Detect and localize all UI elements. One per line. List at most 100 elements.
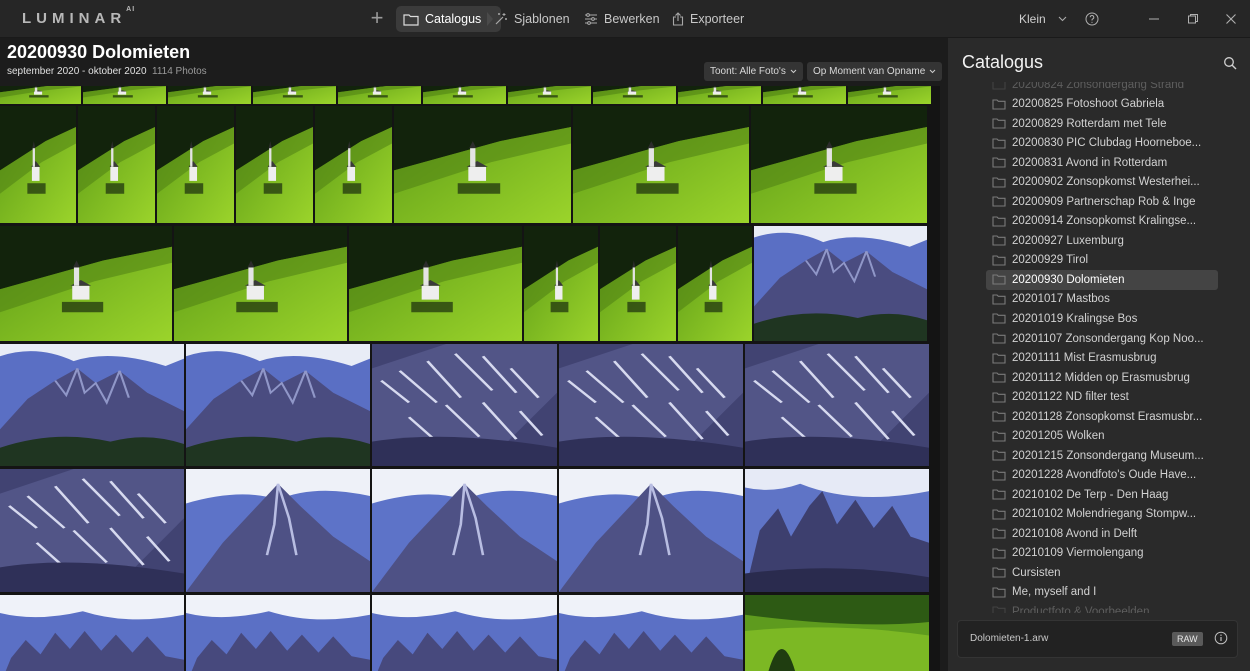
thumbnail-size-select[interactable]: Klein: [1019, 12, 1067, 26]
album-item[interactable]: 20201112 Midden op Erasmusbrug: [986, 368, 1218, 388]
album-item[interactable]: 20201228 Avondfoto's Oude Have...: [986, 465, 1218, 485]
magic-wand-icon: [495, 13, 507, 25]
photo-thumbnail[interactable]: [423, 86, 506, 104]
album-item[interactable]: Me, myself and I: [986, 583, 1218, 603]
photo-thumbnail[interactable]: [0, 226, 172, 341]
photo-thumbnail[interactable]: [524, 226, 598, 341]
photo-thumbnail[interactable]: [315, 106, 392, 223]
album-item[interactable]: Productfoto & Voorbeelden: [986, 602, 1218, 613]
album-item[interactable]: 20201215 Zonsondergang Museum...: [986, 446, 1218, 466]
photo-thumbnail[interactable]: [83, 86, 166, 104]
photo-grid[interactable]: [0, 86, 940, 671]
folder-icon: [992, 489, 1006, 500]
album-item[interactable]: 20200829 Rotterdam met Tele: [986, 114, 1218, 134]
folder-icon: [992, 177, 1006, 188]
photo-thumbnail[interactable]: [0, 106, 76, 223]
info-icon[interactable]: [1214, 631, 1228, 650]
album-item[interactable]: 20200929 Tirol: [986, 251, 1218, 271]
photo-thumbnail[interactable]: [0, 469, 184, 592]
folder-icon: [992, 235, 1006, 246]
album-item[interactable]: 20201111 Mist Erasmusbrug: [986, 348, 1218, 368]
photo-thumbnail[interactable]: [559, 595, 743, 671]
album-item[interactable]: 20201205 Wolken: [986, 426, 1218, 446]
folder-icon: [992, 372, 1006, 383]
album-tree: 20200824 Zonsondergang Strand 20200825 Fo…: [986, 82, 1236, 613]
album-item[interactable]: 20201017 Mastbos: [986, 290, 1218, 310]
album-item[interactable]: Cursisten: [986, 563, 1218, 583]
photo-thumbnail[interactable]: [559, 344, 743, 466]
photo-thumbnail[interactable]: [508, 86, 591, 104]
album-item[interactable]: 20200927 Luxemburg: [986, 231, 1218, 251]
photo-thumbnail[interactable]: [763, 86, 846, 104]
photo-thumbnail[interactable]: [559, 469, 743, 592]
photo-thumbnail[interactable]: [349, 226, 522, 341]
photo-thumbnail[interactable]: [745, 595, 929, 671]
photo-thumbnail[interactable]: [678, 86, 761, 104]
photo-thumbnail[interactable]: [78, 106, 155, 223]
photo-thumbnail[interactable]: [573, 106, 749, 223]
album-item-label: 20200929 Tirol: [1012, 254, 1089, 267]
album-item[interactable]: 20200830 PIC Clubdag Hoorneboe...: [986, 134, 1218, 154]
photo-thumbnail[interactable]: [338, 86, 421, 104]
photo-thumbnail[interactable]: [0, 344, 184, 466]
folder-icon: [992, 157, 1006, 168]
album-item-label: 20210108 Avond in Delft: [1012, 527, 1138, 540]
album-item[interactable]: 20210102 De Terp - Den Haag: [986, 485, 1218, 505]
photo-thumbnail[interactable]: [253, 86, 336, 104]
photo-thumbnail[interactable]: [0, 595, 184, 671]
photo-thumbnail[interactable]: [745, 469, 929, 592]
photo-thumbnail[interactable]: [848, 86, 931, 104]
photo-thumbnail[interactable]: [186, 469, 370, 592]
filter-dropdown[interactable]: Toont: Alle Foto's: [704, 62, 803, 81]
folder-icon: [992, 567, 1006, 578]
album-item[interactable]: 20201019 Kralingse Bos: [986, 309, 1218, 329]
album-item[interactable]: 20210102 Molendriegang Stompw...: [986, 504, 1218, 524]
restore-icon[interactable]: [1187, 12, 1199, 31]
album-item[interactable]: 20200825 Fotoshoot Gabriela: [986, 95, 1218, 115]
photo-thumbnail[interactable]: [394, 106, 571, 223]
photo-thumbnail[interactable]: [0, 86, 81, 104]
tab-exporteer[interactable]: Exporteer: [672, 6, 744, 32]
chevron-down-icon: [1058, 16, 1067, 22]
photo-thumbnail[interactable]: [236, 106, 313, 223]
minimize-icon[interactable]: [1148, 12, 1160, 31]
add-button[interactable]: +: [366, 6, 388, 30]
photo-thumbnail[interactable]: [186, 344, 370, 466]
photo-thumbnail[interactable]: [593, 86, 676, 104]
sort-dropdown[interactable]: Op Moment van Opname: [807, 62, 943, 81]
album-item[interactable]: 20200930 Dolomieten: [986, 270, 1218, 290]
sort-dropdown-label: Op Moment van Opname: [813, 66, 926, 77]
photo-thumbnail[interactable]: [745, 344, 929, 466]
album-item[interactable]: 20200914 Zonsopkomst Kralingse...: [986, 212, 1218, 232]
close-icon[interactable]: [1225, 12, 1237, 31]
folder-icon: [992, 99, 1006, 110]
tab-catalogus[interactable]: Catalogus: [396, 6, 502, 32]
album-item[interactable]: 20210109 Viermolengang: [986, 543, 1218, 563]
photo-thumbnail[interactable]: [168, 86, 251, 104]
album-item[interactable]: 20201107 Zonsondergang Kop Noo...: [986, 329, 1218, 349]
album-item-label: 20201017 Mastbos: [1012, 293, 1110, 306]
album-item[interactable]: 20200902 Zonsopkomst Westerhei...: [986, 173, 1218, 193]
album-item[interactable]: 20200909 Partnerschap Rob & Inge: [986, 192, 1218, 212]
help-icon[interactable]: [1085, 12, 1099, 31]
tab-bewerken[interactable]: Bewerken: [584, 6, 660, 32]
grid-scrollbar[interactable]: [940, 86, 948, 671]
album-item[interactable]: 20200824 Zonsondergang Strand: [986, 82, 1218, 95]
photo-thumbnail[interactable]: [372, 469, 557, 592]
album-item[interactable]: 20201128 Zonsopkomst Erasmusbr...: [986, 407, 1218, 427]
album-item[interactable]: 20201122 ND filter test: [986, 387, 1218, 407]
photo-thumbnail[interactable]: [174, 226, 347, 341]
photo-thumbnail[interactable]: [678, 226, 752, 341]
photo-thumbnail[interactable]: [157, 106, 234, 223]
photo-thumbnail[interactable]: [186, 595, 370, 671]
photo-thumbnail[interactable]: [754, 226, 927, 341]
search-icon[interactable]: [1223, 56, 1237, 75]
album-item[interactable]: 20200831 Avond in Rotterdam: [986, 153, 1218, 173]
photo-thumbnail[interactable]: [372, 344, 557, 466]
photo-thumbnail[interactable]: [600, 226, 676, 341]
album-item[interactable]: 20210108 Avond in Delft: [986, 524, 1218, 544]
photo-thumbnail[interactable]: [372, 595, 557, 671]
tab-sjablonen[interactable]: Sjablonen: [494, 6, 570, 32]
tab-catalogus-label: Catalogus: [425, 12, 482, 26]
photo-thumbnail[interactable]: [751, 106, 927, 223]
